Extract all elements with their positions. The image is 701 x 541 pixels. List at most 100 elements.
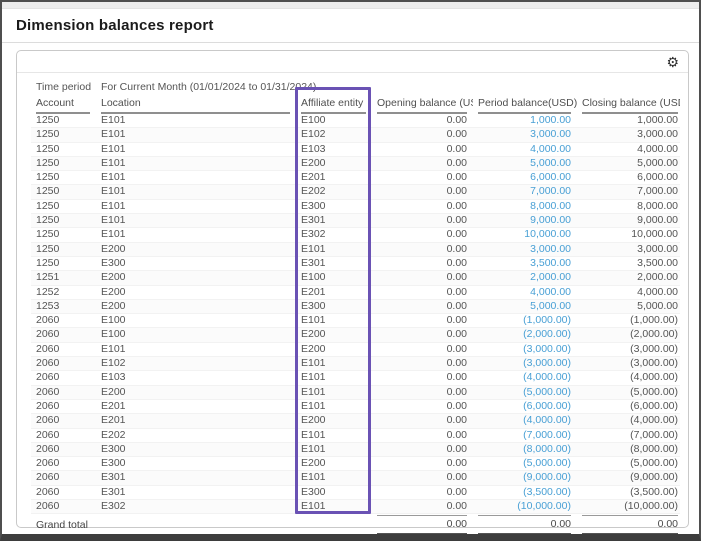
table-row: 2060E201E1010.00(6,000.00)(6,000.00) — [31, 399, 680, 413]
panel-toolbar: ⚙ — [17, 51, 688, 73]
period-balance-link[interactable]: 3,500.00 — [530, 257, 571, 269]
table-row: 2060E300E1010.00(8,000.00)(8,000.00) — [31, 442, 680, 456]
cell-location: E101 — [96, 142, 296, 156]
period-balance-link[interactable]: (4,000.00) — [523, 414, 571, 426]
period-balance-link[interactable]: 1,000.00 — [530, 114, 571, 126]
period-balance-link[interactable]: 5,000.00 — [530, 157, 571, 169]
cell-closing-balance: (5,000.00) — [577, 385, 680, 399]
period-balance-link[interactable]: (9,000.00) — [523, 471, 571, 483]
period-balance-link[interactable]: (6,000.00) — [523, 400, 571, 412]
cell-closing-balance: 9,000.00 — [577, 214, 680, 228]
period-balance-link[interactable]: (1,000.00) — [523, 314, 571, 326]
cell-opening-balance: 0.00 — [372, 342, 473, 356]
cell-account: 2060 — [31, 442, 96, 456]
cell-account: 2060 — [31, 399, 96, 413]
cell-closing-balance: (6,000.00) — [577, 399, 680, 413]
cell-affiliate-entity: E200 — [296, 342, 372, 356]
period-balance-link[interactable]: 3,000.00 — [530, 243, 571, 255]
cell-affiliate-entity: E100 — [296, 114, 372, 128]
cell-period-balance: 10,000.00 — [473, 228, 577, 242]
report-window: Dimension balances report ⚙ Time period … — [0, 0, 701, 541]
cell-period-balance: 9,000.00 — [473, 214, 577, 228]
report-panel: ⚙ Time period For Current Month (01/01/2… — [16, 50, 689, 528]
table-row: 2060E200E1010.00(5,000.00)(5,000.00) — [31, 385, 680, 399]
period-balance-link[interactable]: 2,000.00 — [530, 271, 571, 283]
table-row: 1250E300E3010.003,500.003,500.00 — [31, 256, 680, 270]
period-balance-link[interactable]: (7,000.00) — [523, 429, 571, 441]
period-balance-link[interactable]: 3,000.00 — [530, 128, 571, 140]
period-balance-link[interactable]: 6,000.00 — [530, 171, 571, 183]
cell-affiliate-entity: E200 — [296, 414, 372, 428]
title-bar: Dimension balances report — [2, 9, 699, 43]
cell-affiliate-entity: E101 — [296, 428, 372, 442]
table-row: 1250E101E1020.003,000.003,000.00 — [31, 128, 680, 142]
period-balance-link[interactable]: 8,000.00 — [530, 200, 571, 212]
cell-closing-balance: (10,000.00) — [577, 500, 680, 514]
cell-affiliate-entity: E101 — [296, 399, 372, 413]
col-header-period-balance: Period balance(USD) — [473, 96, 577, 114]
cell-affiliate-entity: E301 — [296, 214, 372, 228]
cell-opening-balance: 0.00 — [372, 500, 473, 514]
period-balance-link[interactable]: 5,000.00 — [530, 300, 571, 312]
period-balance-link[interactable]: (2,000.00) — [523, 328, 571, 340]
table-row: 2060E301E3000.00(3,500.00)(3,500.00) — [31, 485, 680, 499]
cell-location: E300 — [96, 457, 296, 471]
period-balance-link[interactable]: 4,000.00 — [530, 143, 571, 155]
period-balance-link[interactable]: (3,500.00) — [523, 486, 571, 498]
period-balance-link[interactable]: (3,000.00) — [523, 357, 571, 369]
settings-gear-icon[interactable]: ⚙ — [666, 53, 679, 71]
time-period-label: Time period — [36, 81, 96, 93]
cell-period-balance: (3,000.00) — [473, 342, 577, 356]
cell-location: E202 — [96, 428, 296, 442]
cell-account: 1250 — [31, 128, 96, 142]
cell-account: 2060 — [31, 342, 96, 356]
period-balance-link[interactable]: (4,000.00) — [523, 371, 571, 383]
cell-closing-balance: (2,000.00) — [577, 328, 680, 342]
table-row: 2060E302E1010.00(10,000.00)(10,000.00) — [31, 500, 680, 514]
cell-closing-balance: 4,000.00 — [577, 285, 680, 299]
cell-period-balance: 5,000.00 — [473, 156, 577, 170]
cell-period-balance: (4,000.00) — [473, 414, 577, 428]
cell-opening-balance: 0.00 — [372, 385, 473, 399]
cell-affiliate-entity: E101 — [296, 357, 372, 371]
cell-account: 1250 — [31, 171, 96, 185]
cell-account: 1250 — [31, 228, 96, 242]
cell-location: E101 — [96, 171, 296, 185]
table-header-row: Account Location Affiliate entity Openin… — [31, 96, 680, 114]
cell-period-balance: (3,000.00) — [473, 357, 577, 371]
cell-account: 2060 — [31, 485, 96, 499]
cell-account: 1250 — [31, 199, 96, 213]
period-balance-link[interactable]: (5,000.00) — [523, 386, 571, 398]
cell-location: E101 — [96, 199, 296, 213]
cell-opening-balance: 0.00 — [372, 485, 473, 499]
cell-affiliate-entity: E202 — [296, 185, 372, 199]
table-row: 2060E201E2000.00(4,000.00)(4,000.00) — [31, 414, 680, 428]
cell-opening-balance: 0.00 — [372, 256, 473, 270]
cell-period-balance: 7,000.00 — [473, 185, 577, 199]
cell-account: 2060 — [31, 328, 96, 342]
cell-closing-balance: 5,000.00 — [577, 299, 680, 313]
table-row: 2060E101E2000.00(3,000.00)(3,000.00) — [31, 342, 680, 356]
cell-closing-balance: 2,000.00 — [577, 271, 680, 285]
cell-period-balance: (5,000.00) — [473, 457, 577, 471]
period-balance-link[interactable]: 10,000.00 — [524, 228, 571, 240]
table-row: 1250E101E1030.004,000.004,000.00 — [31, 142, 680, 156]
period-balance-link[interactable]: 7,000.00 — [530, 185, 571, 197]
cell-location: E100 — [96, 328, 296, 342]
period-balance-link[interactable]: (8,000.00) — [523, 443, 571, 455]
cell-location: E101 — [96, 228, 296, 242]
period-balance-link[interactable]: (3,000.00) — [523, 343, 571, 355]
period-balance-link[interactable]: (5,000.00) — [523, 457, 571, 469]
cell-closing-balance: 8,000.00 — [577, 199, 680, 213]
cell-account: 1253 — [31, 299, 96, 313]
table-row: 1250E101E2020.007,000.007,000.00 — [31, 185, 680, 199]
cell-closing-balance: (1,000.00) — [577, 314, 680, 328]
cell-period-balance: 3,000.00 — [473, 242, 577, 256]
period-balance-link[interactable]: (10,000.00) — [517, 500, 571, 512]
grand-total-closing-cell: 0.00 — [577, 514, 680, 536]
cell-opening-balance: 0.00 — [372, 185, 473, 199]
period-balance-link[interactable]: 4,000.00 — [530, 286, 571, 298]
period-balance-link[interactable]: 9,000.00 — [530, 214, 571, 226]
cell-location: E201 — [96, 414, 296, 428]
cell-period-balance: 1,000.00 — [473, 114, 577, 128]
